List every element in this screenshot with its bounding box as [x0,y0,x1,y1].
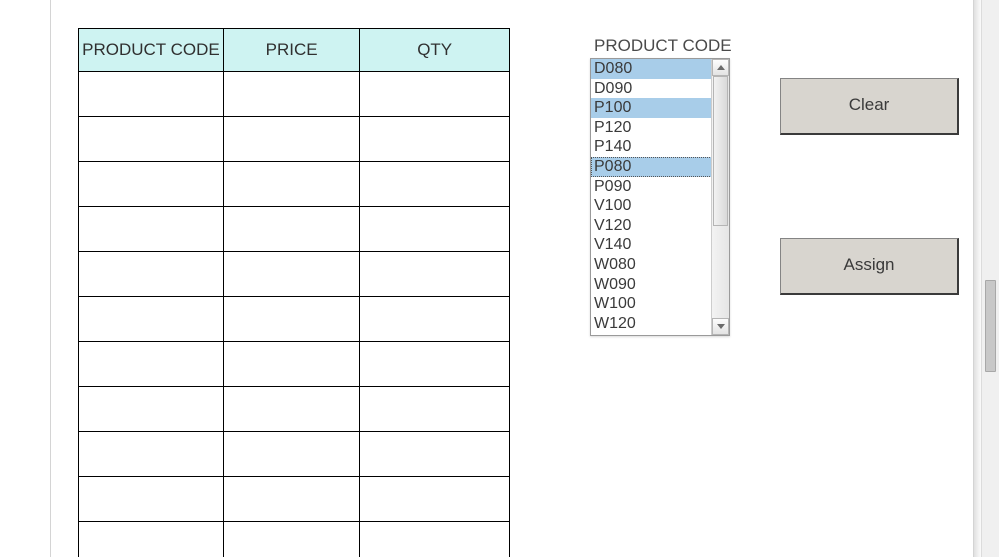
table-cell[interactable] [360,297,510,342]
table-cell[interactable] [360,117,510,162]
table-cell[interactable] [360,252,510,297]
table-cell[interactable] [223,72,360,117]
list-item[interactable]: W080 [591,255,712,275]
list-item[interactable]: P120 [591,118,712,138]
table-row [79,207,510,252]
table-cell[interactable] [223,207,360,252]
table-cell[interactable] [79,252,224,297]
list-item[interactable]: D090 [591,79,712,99]
assign-button[interactable]: Assign [780,238,959,295]
table-cell[interactable] [223,387,360,432]
table-row [79,432,510,477]
table-row [79,297,510,342]
app-window: PRODUCT CODE PRICE QTY PRODUCT CODE D080… [0,0,999,557]
table-row [79,162,510,207]
product-code-listbox-label: PRODUCT CODE [594,36,732,56]
table-cell[interactable] [360,162,510,207]
page-scrollbar[interactable] [981,0,999,557]
table-cell[interactable] [79,297,224,342]
order-table-header-product-code: PRODUCT CODE [79,29,224,72]
page-scrollbar-thumb[interactable] [985,280,996,372]
scrollbar-up-button[interactable] [712,59,729,76]
table-row [79,342,510,387]
table-cell[interactable] [223,432,360,477]
table-cell[interactable] [79,117,224,162]
list-item[interactable]: P080 [591,157,712,177]
order-table-header-qty: QTY [360,29,510,72]
list-item[interactable]: D080 [591,59,712,79]
table-row [79,387,510,432]
table-row [79,117,510,162]
table-cell[interactable] [223,522,360,557]
page-margin-left [50,0,51,557]
list-item[interactable]: P090 [591,177,712,197]
table-row [79,252,510,297]
list-item[interactable]: V140 [591,235,712,255]
table-cell[interactable] [79,432,224,477]
table-cell[interactable] [223,297,360,342]
product-code-listbox[interactable]: D080D090P100P120P140P080P090V100V120V140… [590,58,730,336]
table-row [79,522,510,557]
table-row [79,72,510,117]
scrollbar-down-button[interactable] [712,318,729,335]
listbox-scrollbar[interactable] [711,59,729,335]
table-cell[interactable] [360,432,510,477]
scrollbar-thumb[interactable] [713,76,728,226]
table-cell[interactable] [79,342,224,387]
table-cell[interactable] [223,477,360,522]
table-cell[interactable] [79,477,224,522]
list-item[interactable]: W100 [591,294,712,314]
table-cell[interactable] [360,207,510,252]
table-cell[interactable] [79,207,224,252]
list-item[interactable]: W120 [591,314,712,334]
table-cell[interactable] [223,342,360,387]
table-row [79,477,510,522]
list-item[interactable]: P140 [591,137,712,157]
table-cell[interactable] [360,522,510,557]
table-cell[interactable] [79,72,224,117]
list-item[interactable]: W090 [591,275,712,295]
clear-button[interactable]: Clear [780,78,959,135]
table-cell[interactable] [79,387,224,432]
table-cell[interactable] [360,387,510,432]
table-cell[interactable] [360,477,510,522]
list-item[interactable]: V100 [591,196,712,216]
table-cell[interactable] [360,72,510,117]
table-cell[interactable] [223,117,360,162]
table-cell[interactable] [223,252,360,297]
order-table: PRODUCT CODE PRICE QTY [78,28,510,557]
table-cell[interactable] [223,162,360,207]
order-table-header-price: PRICE [223,29,360,72]
product-code-listbox-items: D080D090P100P120P140P080P090V100V120V140… [591,59,712,335]
list-item[interactable]: P100 [591,98,712,118]
list-item[interactable]: V120 [591,216,712,236]
order-table-header-row: PRODUCT CODE PRICE QTY [79,29,510,72]
table-cell[interactable] [79,522,224,557]
table-cell[interactable] [79,162,224,207]
table-cell[interactable] [360,342,510,387]
